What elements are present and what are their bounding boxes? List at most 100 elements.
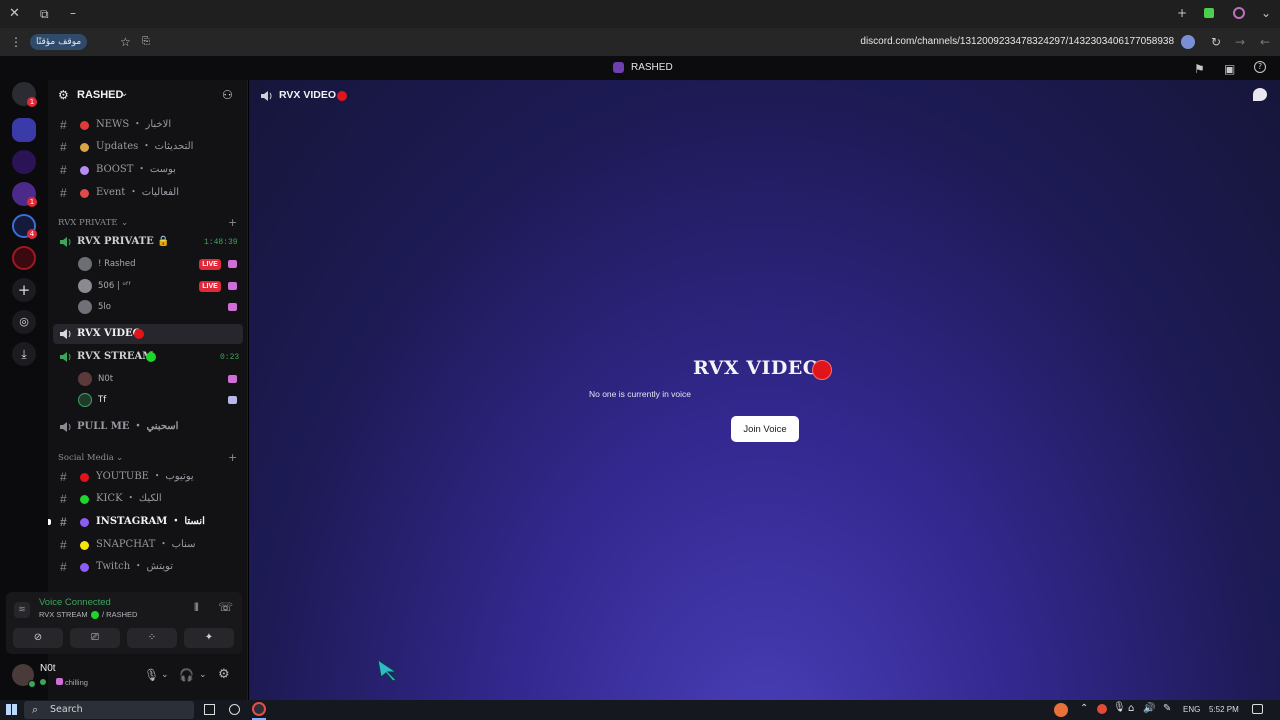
channel-twitch[interactable]: # Twitch ・ تويتش: [58, 557, 242, 577]
url-text[interactable]: discord.com/channels/1312009233478324297…: [860, 36, 1174, 47]
chat-icon[interactable]: [1253, 88, 1267, 101]
hash-icon: #: [60, 492, 67, 506]
call-timer: 1:48:39: [204, 238, 238, 247]
soundboard-button[interactable]: ✦: [184, 628, 234, 648]
chevron-down-icon[interactable]: ⌄: [121, 218, 128, 228]
tray-icon[interactable]: [1097, 704, 1107, 714]
microphone-icon[interactable]: 🎙: [144, 668, 159, 682]
settings-gear-icon[interactable]: ⚙: [218, 667, 230, 682]
download-icon[interactable]: ⤓: [12, 342, 36, 366]
invite-people-icon[interactable]: ⚇: [222, 88, 233, 102]
app-icon[interactable]: [229, 704, 240, 715]
pen-icon[interactable]: ✎: [1163, 703, 1171, 714]
channel-label: RVX VIDEO: [77, 328, 142, 339]
new-tab-icon[interactable]: +: [1177, 6, 1187, 20]
translate-icon[interactable]: ⎘: [142, 35, 150, 49]
channel-youtube[interactable]: # YOUTUBE ・ يوتيوب: [58, 467, 242, 487]
mic-permission-icon[interactable]: [1181, 35, 1195, 49]
headphones-icon[interactable]: 🎧: [179, 668, 194, 682]
help-icon[interactable]: ?: [1254, 61, 1266, 73]
chevron-down-icon[interactable]: ⌄: [120, 88, 128, 99]
minimize-icon[interactable]: –: [70, 6, 76, 20]
channel-label: RVX STREAM: [77, 351, 154, 362]
menu-dots-icon[interactable]: ⋮: [10, 35, 22, 49]
channel-label: INSTAGRAM ・ انستا: [96, 516, 205, 527]
category-social-media[interactable]: Social Media: [58, 453, 114, 463]
channel-event[interactable]: # Event ・ الفعاليات: [58, 183, 242, 203]
chrome-app-icon[interactable]: [252, 702, 266, 716]
reload-icon[interactable]: ↻: [1211, 35, 1221, 49]
channel-instagram[interactable]: # INSTAGRAM ・ انستا: [58, 512, 242, 532]
chevron-down-icon[interactable]: ⌄: [116, 453, 123, 463]
empty-voice-message: No one is currently in voice: [588, 389, 692, 399]
add-channel-icon[interactable]: +: [228, 451, 237, 464]
inbox-icon[interactable]: ▣: [1224, 62, 1235, 76]
channel-label: BOOST ・ بوست: [96, 164, 176, 175]
screen-share-button[interactable]: ⎚: [70, 628, 120, 648]
server-icon-purple[interactable]: [12, 150, 36, 174]
close-icon[interactable]: ✕: [9, 7, 20, 21]
profile-icon[interactable]: [1233, 7, 1245, 19]
channel-boost[interactable]: # BOOST ・ بوست: [58, 160, 242, 180]
notification-icon[interactable]: [1252, 704, 1263, 714]
search-label: Search: [50, 704, 83, 715]
live-badge: LIVE: [199, 281, 221, 292]
extension-icon[interactable]: [1204, 8, 1214, 18]
custom-status: chilling: [65, 678, 88, 687]
mic-tray-icon[interactable]: 🎙: [1113, 702, 1126, 713]
chevron-down-icon[interactable]: ⌄: [199, 670, 207, 680]
channel-news[interactable]: # NEWS ・ الاخبار: [58, 115, 242, 135]
online-status-dot: [28, 680, 36, 688]
explore-icon[interactable]: ◎: [12, 310, 36, 334]
voice-user[interactable]: N0t: [76, 369, 242, 389]
add-server-icon[interactable]: +: [12, 278, 36, 302]
volume-icon[interactable]: 🔊: [1143, 703, 1155, 714]
star-icon[interactable]: ☆: [120, 35, 131, 49]
voice-user[interactable]: 506 | ᵒᶠᶠ LIVE: [76, 276, 242, 296]
server-name[interactable]: RASHED: [77, 89, 123, 101]
status-emoji-icon: [40, 679, 46, 685]
windows-start-icon[interactable]: [6, 704, 17, 715]
notification-badge: 4: [27, 229, 37, 239]
camera-off-button[interactable]: ⊘: [13, 628, 63, 648]
channel-snapchat[interactable]: # SNAPCHAT ・ سناب: [58, 535, 242, 555]
activity-icon: [228, 375, 237, 383]
server-icon-red[interactable]: [12, 246, 36, 270]
taskbar-search[interactable]: ⌕ Search: [24, 701, 194, 719]
add-channel-icon[interactable]: +: [228, 216, 237, 229]
channel-label: SNAPCHAT ・ سناب: [96, 539, 196, 550]
noise-suppression-icon[interactable]: ⦀: [194, 601, 199, 615]
activities-button[interactable]: ⁘: [127, 628, 177, 648]
voice-user[interactable]: 5lo: [76, 297, 242, 317]
voice-channel-name[interactable]: RVX STREAM: [39, 610, 88, 619]
user-name[interactable]: N0t: [40, 663, 56, 674]
clock[interactable]: 5:52 PM: [1209, 705, 1239, 714]
chevron-down-icon[interactable]: ⌄: [161, 670, 169, 680]
chevron-down-icon[interactable]: ⌄: [1261, 6, 1271, 20]
red-circle-icon: [134, 329, 144, 339]
widget-icon[interactable]: [1054, 703, 1068, 717]
task-view-icon[interactable]: [204, 704, 215, 715]
language-indicator[interactable]: ENG: [1183, 705, 1200, 714]
channel-updates[interactable]: # Updates ・ التحديثات: [58, 137, 242, 157]
restore-icon[interactable]: ⧉: [40, 7, 49, 21]
speaker-icon: [60, 237, 71, 247]
voice-channel-rvx-video[interactable]: RVX VIDEO: [58, 324, 242, 344]
category-rvx-private[interactable]: RVX PRIVATE: [58, 218, 118, 228]
hash-icon: #: [60, 118, 67, 132]
voice-channel-pull-me[interactable]: PULL ME ・ اسحبني: [58, 417, 242, 437]
server-icon-rvx[interactable]: [12, 118, 36, 142]
back-icon[interactable]: ←: [1260, 35, 1270, 49]
channel-kick[interactable]: # KICK ・ الكيك: [58, 489, 242, 509]
network-icon[interactable]: ⌂: [1128, 703, 1134, 714]
flag-icon[interactable]: ⚑: [1194, 62, 1205, 76]
channel-label: Updates ・ التحديثات: [96, 141, 194, 152]
tray-chevron-icon[interactable]: ⌃: [1080, 703, 1088, 714]
disconnect-icon[interactable]: ☏: [218, 600, 233, 614]
channel-label: Twitch ・ تويتش: [96, 561, 173, 572]
join-voice-button[interactable]: Join Voice: [731, 416, 799, 442]
forward-icon[interactable]: →: [1235, 35, 1245, 49]
hash-icon: #: [60, 140, 67, 154]
voice-user[interactable]: ! Rashed LIVE: [76, 254, 242, 274]
site-info-pill[interactable]: موقف مؤقتًا: [30, 34, 88, 50]
